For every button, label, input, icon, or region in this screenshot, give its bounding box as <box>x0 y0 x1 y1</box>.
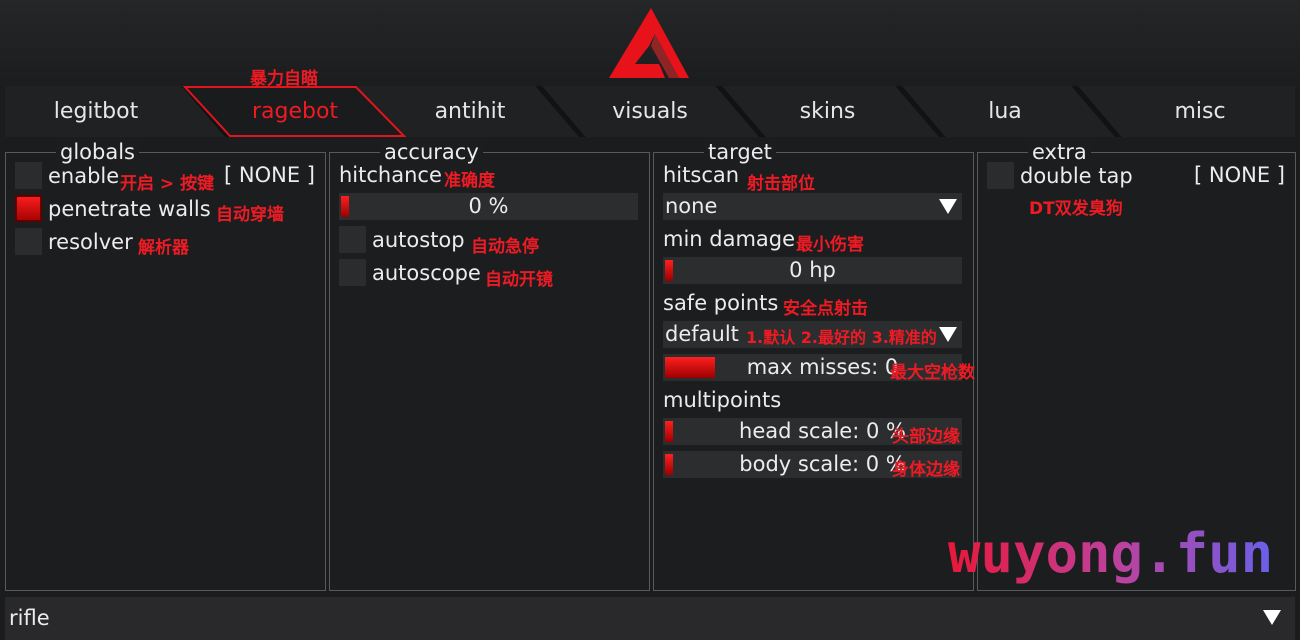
double-tap-checkbox[interactable] <box>987 162 1014 189</box>
autoscope-annotation: 自动开镜 <box>485 270 553 290</box>
chevron-down-icon <box>939 199 957 214</box>
hitscan-dropdown[interactable]: none <box>663 193 962 220</box>
accuracy-title: accuracy <box>380 141 483 163</box>
tab-ragebot[interactable]: ragebot <box>205 86 385 137</box>
double-tap-keybind[interactable]: [ NONE ] <box>1194 162 1285 188</box>
min-damage-value: 0 hp <box>789 258 836 282</box>
autoscope-label: autoscope <box>372 261 481 285</box>
weapon-group-selected: rifle <box>9 606 50 630</box>
enable-keybind[interactable]: [ NONE ] <box>224 162 315 188</box>
hitscan-label: hitscan <box>663 163 740 187</box>
tab-skins[interactable]: skins <box>740 86 915 137</box>
body-scale-slider-fill <box>665 454 673 475</box>
hitchance-slider[interactable]: 0 % <box>339 193 638 220</box>
target-title: target <box>704 141 776 163</box>
min-damage-annotation: 最小伤害 <box>796 235 864 255</box>
enable-annotation: 开启 > 按键 <box>120 174 215 194</box>
hitchance-value: 0 % <box>468 194 509 218</box>
double-tap-label: double tap <box>1020 164 1133 188</box>
chevron-down-icon <box>1263 610 1281 625</box>
head-scale-annotation: 头部边缘 <box>892 427 960 447</box>
hitscan-annotation: 射击部位 <box>747 174 815 194</box>
safe-points-annotation: 安全点射击 <box>783 299 868 319</box>
enable-checkbox[interactable] <box>15 162 42 189</box>
tab-lua[interactable]: lua <box>915 86 1095 137</box>
penetrate-annotation: 自动穿墙 <box>216 205 284 225</box>
watermark-text: wuyong.fun <box>948 522 1274 585</box>
autoscope-checkbox[interactable] <box>339 259 366 286</box>
globals-panel: globals enable 开启 > 按键 [ NONE ] penetrat… <box>5 141 326 591</box>
penetrate-walls-checkbox[interactable] <box>15 195 42 222</box>
weapon-group-dropdown[interactable]: rifle <box>5 597 1295 640</box>
autostop-annotation: 自动急停 <box>471 237 539 257</box>
resolver-label: resolver <box>48 230 133 254</box>
extra-title: extra <box>1028 141 1091 163</box>
tab-legitbot[interactable]: legitbot <box>5 86 187 137</box>
hitchance-label: hitchance <box>339 163 442 187</box>
accuracy-panel: accuracy hitchance 准确度 0 % autostop 自动急停… <box>329 141 650 591</box>
min-damage-slider[interactable]: 0 hp <box>663 257 962 284</box>
autostop-label: autostop <box>372 228 465 252</box>
body-scale-annotation: 身体边缘 <box>892 460 960 480</box>
safe-points-selected: default <box>665 322 739 346</box>
hitchance-annotation: 准确度 <box>444 171 495 191</box>
autostop-checkbox[interactable] <box>339 226 366 253</box>
resolver-annotation: 解析器 <box>138 238 189 258</box>
safe-points-options-annotation: 1.默认 2.最好的 3.精准的 <box>746 328 937 347</box>
globals-title: globals <box>56 141 139 163</box>
target-panel: target hitscan 射击部位 none min damage 最小伤害… <box>653 141 975 591</box>
resolver-checkbox[interactable] <box>15 228 42 255</box>
safe-points-label: safe points <box>663 291 779 315</box>
tab-visuals[interactable]: visuals <box>560 86 740 137</box>
double-tap-annotation: DT双发臭狗 <box>1029 199 1123 219</box>
min-damage-label: min damage <box>663 227 796 251</box>
brand-logo-icon <box>609 8 689 78</box>
chevron-down-icon <box>939 327 957 342</box>
enable-label: enable <box>48 164 120 188</box>
tab-misc[interactable]: misc <box>1105 86 1295 137</box>
tab-bar: legitbot ragebot antihit visuals skins l… <box>5 86 1295 137</box>
tab-antihit[interactable]: antihit <box>385 86 555 137</box>
multipoints-label: multipoints <box>663 388 782 412</box>
penetrate-walls-label: penetrate walls <box>48 197 211 221</box>
head-scale-slider-fill <box>665 421 673 442</box>
max-misses-annotation: 最大空枪数 <box>890 363 975 383</box>
hitscan-selected: none <box>665 194 718 218</box>
